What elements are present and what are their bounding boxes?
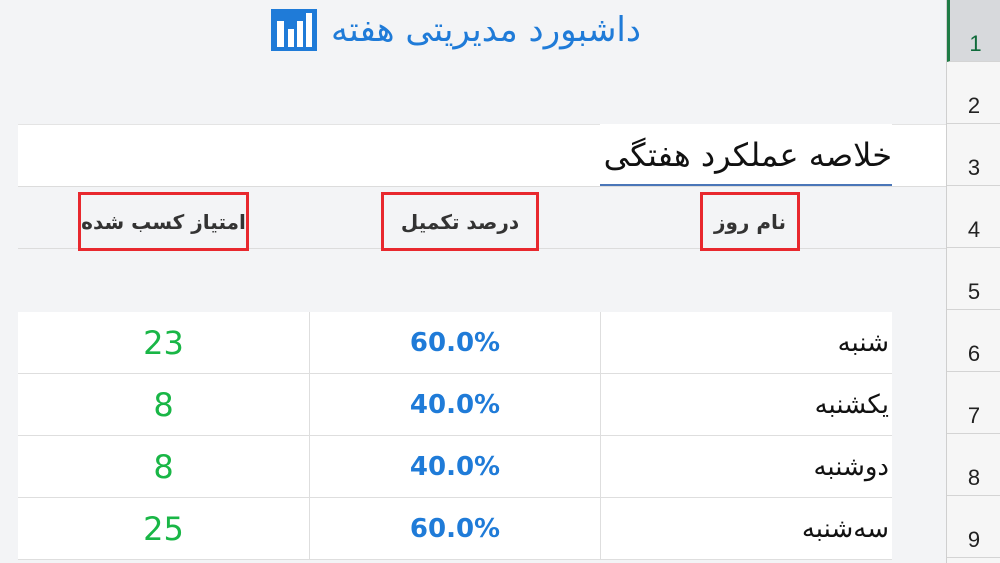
completion-cell[interactable]: 40.0%: [310, 374, 600, 436]
header-completion-percent[interactable]: درصد تکمیل: [381, 192, 539, 251]
header-day-name[interactable]: نام روز: [700, 192, 800, 251]
row-header-7[interactable]: 7: [947, 372, 1000, 434]
day-cell[interactable]: شنبه: [600, 312, 892, 374]
gridline: [18, 186, 946, 187]
row-header-3[interactable]: 3: [947, 124, 1000, 186]
day-name: سه‌شنبه: [801, 513, 889, 544]
score-cell[interactable]: 25: [18, 498, 310, 560]
row-headers: 1 2 3 4 5 6 7 8 9: [946, 0, 1000, 563]
completion-cell[interactable]: 60.0%: [310, 498, 600, 560]
bar-chart-icon: [270, 9, 317, 51]
day-cell[interactable]: یکشنبه: [600, 374, 892, 436]
header-score-earned[interactable]: امتیاز کسب شده: [78, 192, 249, 251]
table-row: 8 40.0% دوشنبه: [18, 436, 946, 498]
row-header-8[interactable]: 8: [947, 434, 1000, 496]
dashboard-title: داشبورد مدیریتی هفته: [235, 4, 675, 56]
score-value: 8: [153, 385, 174, 424]
row-header-5[interactable]: 5: [947, 248, 1000, 310]
score-cell[interactable]: 23: [18, 312, 310, 374]
row-header-4[interactable]: 4: [947, 186, 1000, 248]
row-header-9[interactable]: 9: [947, 496, 1000, 558]
score-cell[interactable]: 8: [18, 374, 310, 436]
completion-value: 60.0%: [409, 513, 501, 544]
completion-value: 40.0%: [409, 451, 501, 482]
spreadsheet-area[interactable]: داشبورد مدیریتی هفته خلاصه عملکرد هفتگی …: [0, 0, 946, 563]
row-header-1[interactable]: 1: [947, 0, 1000, 62]
row-header-2[interactable]: 2: [947, 62, 1000, 124]
day-cell[interactable]: دوشنبه: [600, 436, 892, 498]
day-name: دوشنبه: [813, 451, 889, 482]
summary-title[interactable]: خلاصه عملکرد هفتگی: [600, 124, 892, 186]
score-cell[interactable]: 8: [18, 436, 310, 498]
completion-cell[interactable]: 40.0%: [310, 436, 600, 498]
table-row: 8 40.0% یکشنبه: [18, 374, 946, 436]
table-row: 25 60.0% سه‌شنبه: [18, 498, 946, 560]
score-value: 8: [153, 447, 174, 486]
table-row: 23 60.0% شنبه: [18, 312, 946, 374]
completion-value: 60.0%: [409, 327, 501, 358]
score-value: 25: [143, 509, 184, 548]
completion-value: 40.0%: [409, 389, 501, 420]
completion-cell[interactable]: 60.0%: [310, 312, 600, 374]
day-cell[interactable]: سه‌شنبه: [600, 498, 892, 560]
dashboard-title-text: داشبورد مدیریتی هفته: [330, 10, 642, 50]
score-value: 23: [143, 323, 184, 362]
row-header-6[interactable]: 6: [947, 310, 1000, 372]
day-name: شنبه: [837, 327, 889, 358]
day-name: یکشنبه: [814, 389, 889, 420]
